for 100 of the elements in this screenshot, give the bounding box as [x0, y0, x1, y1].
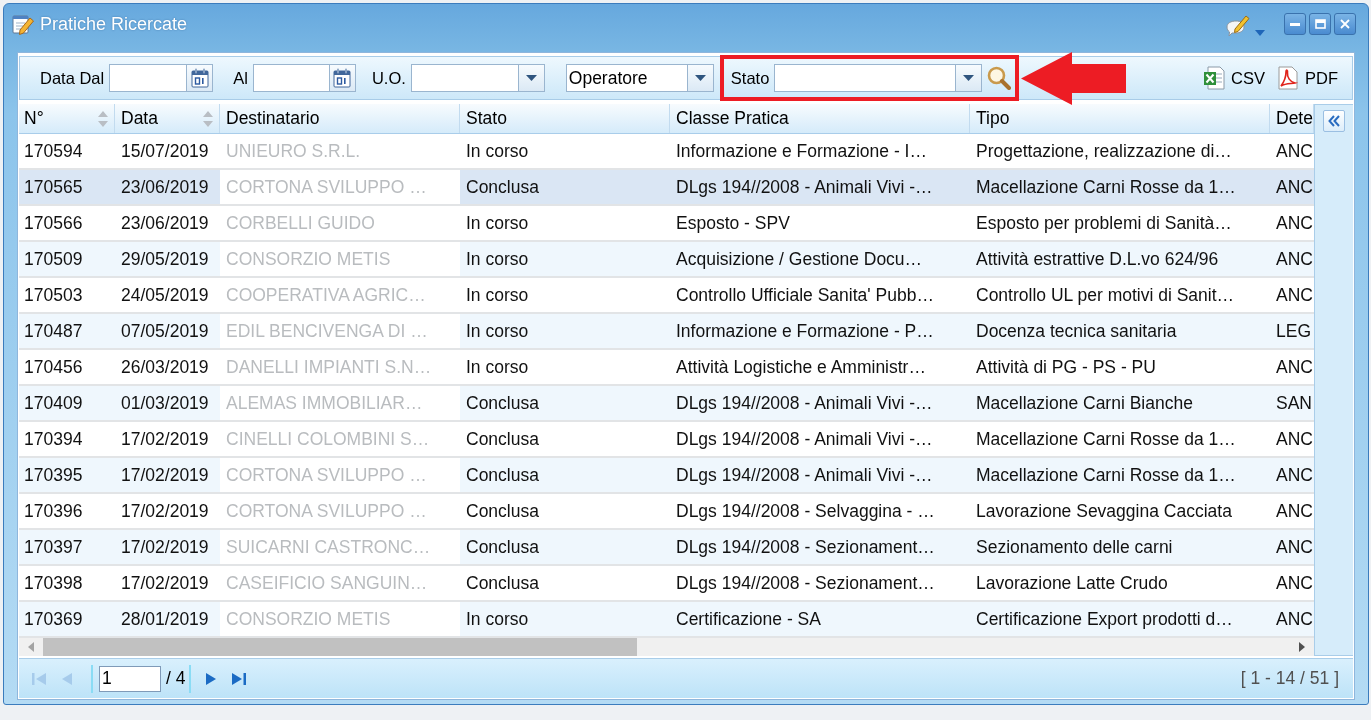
table-cell-text: Macellazione Carni Rosse da 1… [975, 427, 1237, 451]
table-cell-text: Progettazione, realizzazione di… [975, 139, 1233, 163]
table-cell-text: Attività estrattive D.L.vo 624/96 [975, 247, 1220, 271]
table-cell-text: Conclusa [465, 535, 540, 559]
table-cell-text: In corso [465, 247, 530, 271]
table-cell: CORTONA SVILUPPO … [220, 170, 460, 204]
table-cell-text: 26/03/2019 [120, 355, 210, 379]
pdf-export-button[interactable]: PDF [1277, 66, 1338, 90]
table-row[interactable]: 170395 17/02/2019 CORTONA SVILUPPO … Conclusa DLgs 194//2008 - Animali Vivi -… Macellazione Carni Rosse da 1… ANC [19, 458, 1314, 494]
table-cell-text: Acquisizione / Gestione Docu… [675, 247, 924, 271]
scrollbar-thumb[interactable] [43, 638, 637, 656]
table-cell-text: In corso [465, 319, 530, 343]
expand-panel-button[interactable] [1323, 110, 1345, 132]
maximize-button[interactable] [1309, 13, 1331, 35]
table-cell-text: In corso [465, 139, 530, 163]
table-cell-text: Conclusa [465, 427, 540, 451]
table-cell-text: 07/05/2019 [120, 319, 210, 343]
window-icon [1314, 19, 1326, 29]
record-range: [ 1 - 14 / 51 ] [1240, 668, 1339, 689]
table-cell-text: DLgs 194//2008 - Animali Vivi -… [675, 427, 934, 451]
search-button[interactable] [987, 66, 1012, 90]
table-cell-text: 28/01/2019 [120, 607, 210, 631]
table-cell: CONSORZIO METIS [220, 602, 460, 636]
table-cell-text: ANC [1275, 355, 1314, 379]
horizontal-scrollbar[interactable] [19, 638, 1314, 656]
filter-label: U.O. [371, 68, 406, 88]
triangle-left-icon [62, 671, 72, 686]
table-cell-text: In corso [465, 355, 530, 379]
table-cell-text: Conclusa [465, 571, 540, 595]
table-row[interactable]: 170369 28/01/2019 CONSORZIO METIS In corso Certificazione - SA Certificazione Export prodotti d… ANC [19, 602, 1314, 638]
calendar-icon [333, 68, 352, 88]
table-cell-text: 23/06/2019 [120, 211, 210, 235]
table-cell-text: 170503 [23, 283, 84, 307]
table-cell-text: DLgs 194//2008 - Animali Vivi -… [675, 175, 934, 199]
dropdown-field[interactable] [774, 64, 957, 92]
table-cell-text: 170397 [23, 535, 84, 559]
table-cell-text: ANC [1275, 175, 1314, 199]
table-cell-text: 23/06/2019 [120, 175, 210, 199]
csv-export-button[interactable]: CSV [1203, 66, 1265, 90]
table-cell-text: 170395 [23, 463, 84, 487]
table-cell-text: Informazione e Formazione - P… [675, 319, 935, 343]
table-cell: EDIL BENCIVENGA DI … [220, 314, 460, 348]
table-cell-text: 29/05/2019 [120, 247, 210, 271]
dropdown-field[interactable]: Operatore [565, 64, 688, 92]
table-cell-text: In corso [465, 211, 530, 235]
window-title: Pratiche Ricercate [40, 13, 188, 35]
table-cell-text: 170594 [23, 139, 84, 163]
date-field[interactable] [109, 64, 188, 92]
table-cell-text: Certificazione Export prodotti d… [975, 607, 1234, 631]
skip-to-end-icon [232, 671, 247, 686]
caret-icon [963, 75, 975, 81]
table-cell-text: 17/02/2019 [120, 463, 210, 487]
table-cell-text: ANC [1275, 247, 1314, 271]
dropdown-button[interactable] [687, 64, 714, 92]
dropdown-field[interactable] [410, 64, 519, 92]
column-header[interactable]: Classe Pratica [670, 104, 970, 133]
table-row[interactable]: 170409 01/03/2019 ALEMAS IMMOBILIAR… Conclusa DLgs 194//2008 - Animali Vivi -… Macellazione Carni Bianche SAN [19, 386, 1314, 422]
table-cell-text: ANC [1275, 463, 1314, 487]
dropdown-button[interactable] [956, 64, 983, 92]
table-cell-text: Conclusa [465, 391, 540, 415]
table-cell-text: Macellazione Carni Rosse da 1… [975, 175, 1237, 199]
calendar-icon [190, 68, 209, 88]
column-header[interactable]: Stato [460, 104, 670, 133]
spreadsheet-icon [1203, 66, 1226, 90]
filter-label: Data Dal [40, 68, 105, 88]
table-cell-text: 170394 [23, 427, 84, 451]
table-cell-text: 15/07/2019 [120, 139, 210, 163]
dropdown-button[interactable] [518, 64, 545, 92]
table-cell-text: 01/03/2019 [120, 391, 210, 415]
table-cell-text: ANC [1275, 571, 1314, 595]
page-count: / 4 [166, 668, 186, 689]
calendar-button[interactable] [187, 64, 214, 92]
column-header[interactable]: Data [115, 104, 220, 133]
left-arrow-icon [28, 642, 34, 652]
table-row[interactable]: 170487 07/05/2019 EDIL BENCIVENGA DI … In corso Informazione e Formazione - P… Docenza tecnica sanitaria LEG [19, 314, 1314, 350]
double-chevron-left-icon [1328, 115, 1340, 127]
table-cell-text: SAN [1275, 391, 1313, 415]
table-cell-text: ANC [1275, 139, 1314, 163]
caret-icon [525, 75, 537, 81]
table-row[interactable]: 170397 17/02/2019 SUICARNI CASTRONC… Conclusa DLgs 194//2008 - Sezionament… Sezionamento delle carni ANC [19, 530, 1314, 566]
table-row[interactable]: 170565 23/06/2019 CORTONA SVILUPPO … Conclusa DLgs 194//2008 - Animali Vivi -… Macellazione Carni Rosse da 1… ANC [19, 170, 1314, 206]
date-field[interactable] [252, 64, 330, 92]
column-header[interactable]: N° [19, 104, 115, 133]
minimize-icon [1290, 22, 1300, 26]
right-arrow-icon [1299, 642, 1305, 652]
page-field[interactable]: 1 [99, 665, 161, 692]
table-cell-text: Lavorazione Sevaggina Cacciata [975, 499, 1233, 523]
search-icon [987, 66, 1012, 90]
table-cell-text: 17/02/2019 [120, 499, 210, 523]
table-cell-text: ANC [1275, 535, 1314, 559]
table-cell-text: 170509 [23, 247, 84, 271]
table-cell-text: DLgs 194//2008 - Animali Vivi -… [675, 463, 934, 487]
column-header[interactable]: Tipo [970, 104, 1270, 133]
close-button[interactable] [1334, 13, 1356, 35]
column-header[interactable]: Destinatario [220, 104, 460, 133]
minimize-button[interactable] [1284, 13, 1306, 35]
calendar-button[interactable] [329, 64, 356, 92]
table-cell-text: 170566 [23, 211, 84, 235]
table-cell-text: Controllo Ufficiale Sanita' Pubb… [675, 283, 935, 307]
table-row[interactable]: 170509 29/05/2019 CONSORZIO METIS In corso Acquisizione / Gestione Docu… Attività estrattive D.L.vo 624/96 ANC [19, 242, 1314, 278]
